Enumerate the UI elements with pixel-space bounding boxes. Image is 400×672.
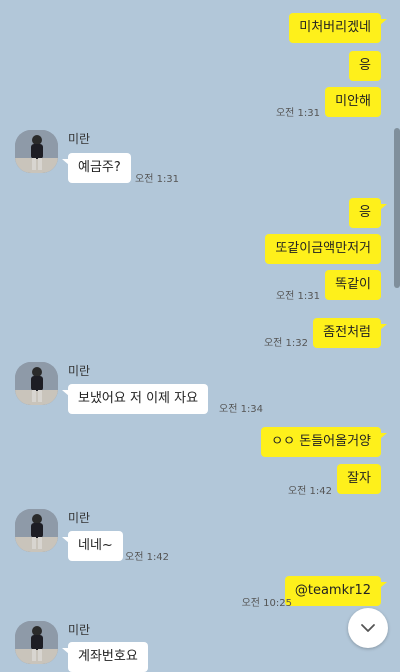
- sender-name: 미란: [68, 364, 91, 378]
- profile-photo: [15, 130, 58, 173]
- message-time: 오전 1:31: [275, 291, 320, 302]
- message-time: 오전 10:25: [241, 598, 292, 609]
- message-time: 오전 1:42: [287, 486, 332, 497]
- chat-area[interactable]: 미처버리겠네 응 미안해 오전 1:31 미란 예금주? 오전 1:31 응 또…: [0, 0, 400, 672]
- sender-name: 미란: [68, 511, 91, 525]
- scrollbar[interactable]: [394, 128, 400, 288]
- sender-name: 미란: [68, 132, 91, 146]
- their-message-bubble[interactable]: 보냈어요 저 이제 자요: [61, 384, 209, 414]
- avatar[interactable]: [15, 509, 58, 552]
- chevron-down-icon: [361, 624, 375, 632]
- avatar[interactable]: [15, 621, 58, 664]
- my-message-bubble[interactable]: 잘자: [337, 464, 381, 494]
- message-time: 오전 1:31: [275, 108, 320, 119]
- my-message-bubble[interactable]: 똑같이: [325, 270, 381, 300]
- my-message-bubble[interactable]: @teamkr12: [284, 576, 388, 606]
- my-message-bubble[interactable]: 좀전처럼: [313, 318, 387, 348]
- profile-photo: [15, 362, 58, 405]
- their-message-bubble[interactable]: 네네~: [62, 531, 123, 561]
- my-message-bubble[interactable]: 응: [349, 51, 381, 81]
- their-message-bubble[interactable]: 예금주?: [62, 153, 131, 183]
- my-message-bubble[interactable]: ㅇㅇ 돈들어올거양: [261, 427, 387, 457]
- my-message-bubble[interactable]: 미안해: [325, 87, 381, 117]
- scroll-to-bottom-button[interactable]: [348, 608, 388, 648]
- my-message-bubble[interactable]: 또같이금액만저거: [265, 234, 381, 264]
- sender-name: 미란: [68, 623, 91, 637]
- avatar[interactable]: [15, 362, 58, 405]
- their-message-bubble[interactable]: 계좌번호요: [62, 642, 148, 672]
- message-time: 오전 1:32: [263, 338, 308, 349]
- avatar[interactable]: [15, 130, 58, 173]
- my-message-bubble[interactable]: 미처버리겠네: [289, 13, 387, 43]
- my-message-bubble[interactable]: 응: [349, 198, 387, 228]
- message-time: 오전 1:31: [135, 174, 180, 185]
- message-time: 오전 1:34: [219, 404, 264, 415]
- profile-photo: [15, 509, 58, 552]
- message-time: 오전 1:42: [125, 552, 170, 563]
- profile-photo: [15, 621, 58, 664]
